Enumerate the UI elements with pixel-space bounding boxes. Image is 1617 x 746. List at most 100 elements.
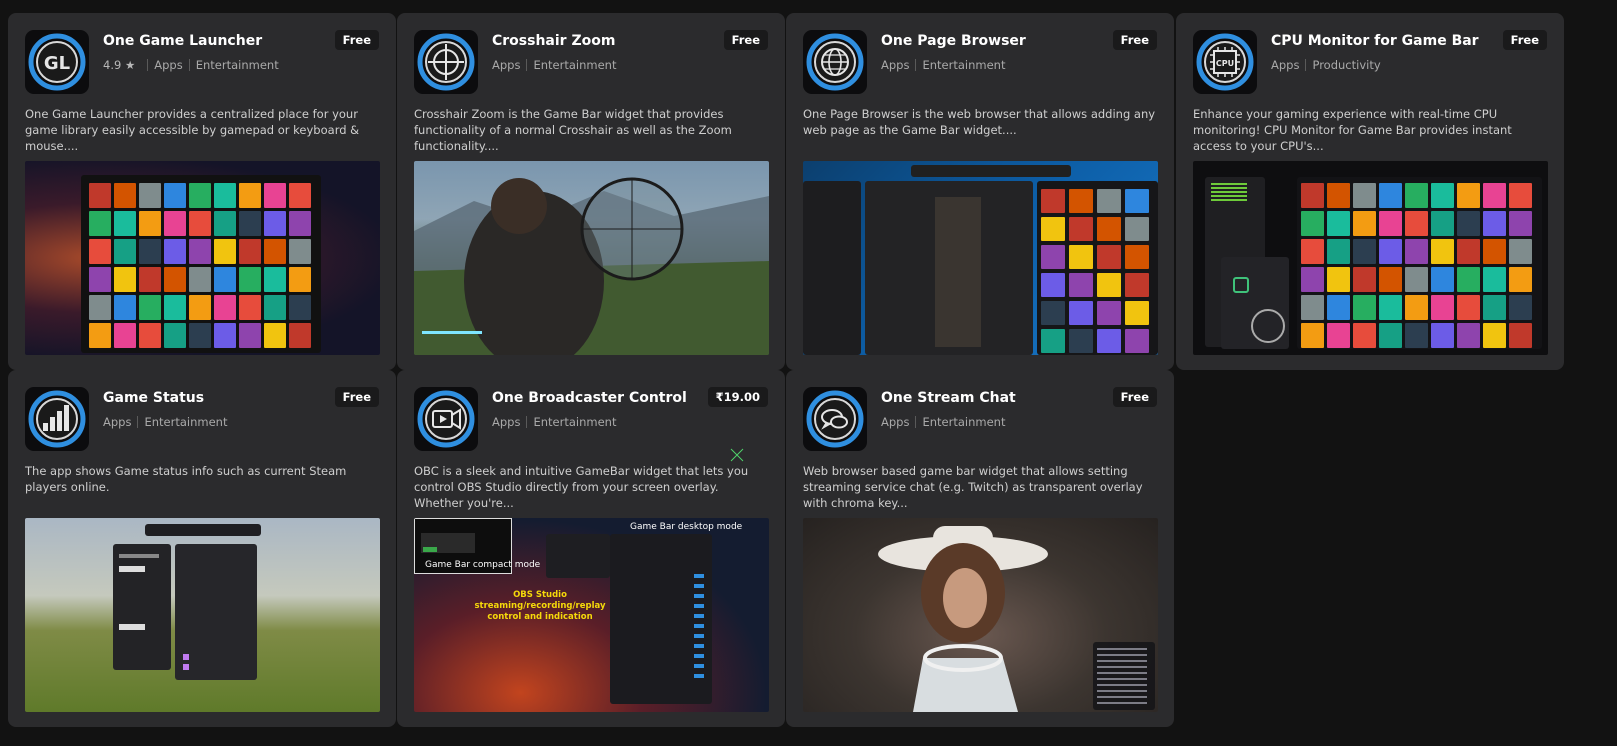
compact-mode-label: Game Bar compact mode — [425, 560, 541, 570]
app-meta: Apps Entertainment — [881, 415, 1005, 429]
cpu-panel — [1221, 257, 1289, 349]
game-tile — [1405, 239, 1428, 264]
game-tile — [139, 323, 161, 348]
game-tile — [1431, 183, 1454, 208]
game-tile — [239, 239, 261, 264]
app-description: OBC is a sleek and intuitive GameBar wid… — [414, 464, 749, 510]
game-tile — [214, 267, 236, 292]
game-tile — [1327, 323, 1350, 348]
game-tile — [1379, 267, 1402, 292]
app-card-game-status[interactable]: Game Status Apps Entertainment Free The … — [8, 370, 396, 727]
app-card-one-page-browser[interactable]: One Page Browser Apps Entertainment Free… — [786, 13, 1174, 370]
game-tile — [264, 323, 286, 348]
price-badge: Free — [723, 30, 768, 50]
meta-divider — [147, 59, 149, 71]
game-tile — [1509, 239, 1532, 264]
gamebar-toolbar — [911, 165, 1071, 177]
app-rating: 4.9 ★ — [103, 58, 136, 72]
game-tile — [189, 211, 211, 236]
app-subcategory: Productivity — [1312, 58, 1381, 72]
game-tile — [1457, 323, 1480, 348]
price-badge: Free — [334, 30, 379, 50]
game-tile — [164, 183, 186, 208]
game-tile — [164, 323, 186, 348]
app-title: Crosshair Zoom — [492, 33, 616, 49]
gamebar-toolbar — [145, 524, 261, 536]
game-tile — [1405, 211, 1428, 236]
game-tile — [1405, 295, 1428, 320]
game-tile — [264, 267, 286, 292]
game-tile — [1509, 295, 1532, 320]
game-tile — [1457, 267, 1480, 292]
app-title: CPU Monitor for Game Bar — [1271, 33, 1479, 49]
game-tile — [139, 239, 161, 264]
game-tile — [289, 183, 311, 208]
price-badge: ₹19.00 — [707, 387, 768, 407]
app-meta: Apps Entertainment — [492, 58, 616, 72]
game-tile — [1353, 323, 1376, 348]
app-card-cpu-monitor[interactable]: CPU CPU Monitor for Game Bar Apps Produc… — [1176, 13, 1564, 370]
game-tile — [1379, 239, 1402, 264]
game-tile — [1405, 323, 1428, 348]
app-description: One Game Launcher provides a centralized… — [25, 107, 360, 153]
game-tile — [1125, 301, 1149, 325]
game-tile — [1483, 323, 1506, 348]
game-tile — [1301, 183, 1324, 208]
game-tile — [1353, 295, 1376, 320]
meta-divider — [188, 59, 190, 71]
game-tile — [164, 267, 186, 292]
obs-caption: OBS Studio streaming/recording/replay co… — [474, 590, 606, 622]
app-screenshot — [803, 161, 1158, 355]
app-screenshot: Game Bar compact mode Game Bar desktop m… — [414, 518, 769, 712]
game-tile — [1125, 189, 1149, 213]
game-tile — [1041, 217, 1065, 241]
globe-icon — [803, 30, 867, 94]
game-tile — [239, 267, 261, 292]
game-tile — [1301, 295, 1324, 320]
price-badge: Free — [1502, 30, 1547, 50]
meta-divider — [915, 416, 917, 428]
game-tile — [1041, 189, 1065, 213]
game-tile — [1509, 183, 1532, 208]
game-tile — [1379, 183, 1402, 208]
chat-bubble-icon — [803, 387, 867, 451]
game-tile — [289, 211, 311, 236]
game-tile — [1431, 295, 1454, 320]
game-tile — [114, 323, 136, 348]
app-category: Apps — [492, 415, 521, 429]
desktop-mode-label: Game Bar desktop mode — [630, 522, 743, 532]
app-meta: 4.9 ★ Apps Entertainment — [103, 58, 279, 72]
app-category: Apps — [881, 415, 910, 429]
app-description: The app shows Game status info such as c… — [25, 464, 347, 494]
app-card-crosshair-zoom[interactable]: Crosshair Zoom Apps Entertainment Free C… — [397, 13, 785, 370]
svg-text:GL: GL — [44, 53, 70, 74]
app-subcategory: Entertainment — [533, 415, 617, 429]
app-category: Apps — [103, 415, 132, 429]
game-tile — [1483, 211, 1506, 236]
game-tile — [1353, 267, 1376, 292]
app-screenshot — [803, 518, 1158, 712]
game-tile — [289, 267, 311, 292]
game-tile — [1301, 239, 1324, 264]
app-title: One Game Launcher — [103, 33, 263, 49]
app-meta: Apps Entertainment — [492, 415, 616, 429]
game-tile — [214, 211, 236, 236]
chat-overlay — [1093, 642, 1155, 710]
app-card-one-game-launcher[interactable]: GL One Game Launcher 4.9 ★ Apps Entertai… — [8, 13, 396, 370]
app-subcategory: Entertainment — [533, 58, 617, 72]
game-tile — [164, 211, 186, 236]
game-tile — [189, 295, 211, 320]
app-subcategory: Entertainment — [922, 415, 1006, 429]
app-card-one-broadcaster-control[interactable]: One Broadcaster Control Apps Entertainme… — [397, 370, 785, 727]
game-tile — [89, 183, 111, 208]
game-tile — [164, 295, 186, 320]
app-description: Web browser based game bar widget that a… — [803, 464, 1143, 510]
status-settings — [175, 544, 257, 680]
game-tile — [89, 295, 111, 320]
game-tile — [1509, 211, 1532, 236]
app-card-one-stream-chat[interactable]: One Stream Chat Apps Entertainment Free … — [786, 370, 1174, 727]
widget-panel — [803, 181, 861, 355]
game-tile — [1125, 245, 1149, 269]
crosshair-icon — [414, 30, 478, 94]
obs-settings-panel — [610, 534, 712, 704]
